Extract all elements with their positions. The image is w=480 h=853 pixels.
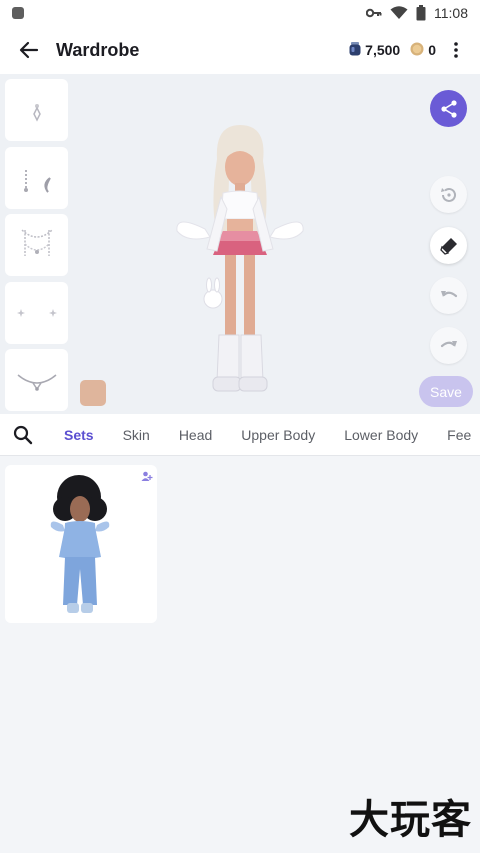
tab-lower-body[interactable]: Lower Body: [344, 427, 418, 443]
status-bar: 11:08: [0, 0, 480, 26]
tab-upper-body[interactable]: Upper Body: [241, 427, 315, 443]
gem-icon: [349, 41, 361, 59]
tab-skin[interactable]: Skin: [123, 427, 150, 443]
reset-button[interactable]: [430, 176, 467, 213]
earring-slot[interactable]: [5, 79, 68, 141]
reset-icon: [440, 187, 456, 202]
currency-display[interactable]: 7,500 0: [349, 41, 436, 59]
chain-necklace-slot[interactable]: [5, 214, 68, 276]
redo-button[interactable]: [430, 327, 467, 364]
key-icon: [366, 8, 382, 18]
person-badge-icon: [141, 469, 153, 487]
battery-icon: [416, 5, 426, 21]
avatar-preview: Save: [0, 74, 480, 414]
redo-icon: [440, 340, 457, 347]
ear-cuff-icon: [23, 170, 51, 193]
coin-icon: [410, 42, 424, 59]
tab-sets[interactable]: Sets: [64, 427, 94, 443]
earring-icon: [32, 104, 41, 122]
chain-necklace-icon: [20, 229, 53, 256]
save-button[interactable]: Save: [419, 376, 473, 407]
tab-head[interactable]: Head: [179, 427, 212, 443]
share-button[interactable]: [430, 90, 467, 127]
skin-color-swatch[interactable]: [80, 380, 106, 406]
set-card[interactable]: [5, 465, 157, 623]
avatar-figure: [176, 125, 304, 392]
face-sparkle-slot[interactable]: [5, 282, 68, 344]
watermark: 大玩客: [349, 797, 472, 843]
ear-cuff-slot[interactable]: [5, 147, 68, 209]
clock: 11:08: [434, 5, 468, 21]
undo-button[interactable]: [430, 277, 467, 314]
eraser-icon: [439, 237, 457, 255]
back-arrow-icon[interactable]: [16, 37, 42, 63]
gem-amount: 7,500: [365, 42, 401, 58]
sets-grid: 大玩客: [0, 456, 480, 853]
coin-amount: 0: [428, 42, 436, 58]
share-icon: [440, 99, 457, 118]
page-title: Wardrobe: [56, 39, 140, 60]
choker-icon: [17, 374, 56, 391]
undo-icon: [440, 290, 457, 297]
more-vert-icon[interactable]: [446, 37, 466, 63]
choker-slot[interactable]: [5, 349, 68, 411]
set-avatar: [50, 475, 110, 613]
sparkle-icon: [16, 309, 57, 317]
app-bar: Wardrobe 7,500 0: [0, 26, 480, 74]
app-indicator-icon: [12, 7, 24, 19]
category-tabs: Sets Skin Head Upper Body Lower Body Fee: [0, 414, 480, 456]
search-icon[interactable]: [0, 414, 46, 455]
tab-feet[interactable]: Fee: [447, 427, 471, 443]
eraser-button[interactable]: [430, 227, 467, 264]
wifi-icon: [390, 6, 408, 20]
